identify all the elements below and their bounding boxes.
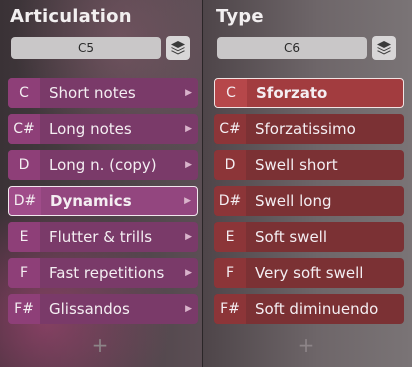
type-row[interactable]: F Very soft swell [214,258,404,288]
type-label: Swell long [255,192,332,210]
articulation-row[interactable]: C# Long notes ▶ [8,114,198,144]
articulation-row[interactable]: F Fast repetitions ▶ [8,258,198,288]
type-label: Swell short [255,156,338,174]
type-label: Soft swell [255,228,328,246]
type-label: Soft diminuendo [255,300,379,318]
articulation-label: Long n. (copy) [49,156,157,174]
articulation-row[interactable]: E Flutter & trills ▶ [8,222,198,252]
type-row[interactable]: F# Soft diminuendo [214,294,404,324]
chevron-right-icon[interactable]: ▶ [185,294,192,324]
chevron-right-icon[interactable]: ▶ [184,187,191,215]
column-divider [202,0,203,367]
note-key: D# [214,186,246,216]
add-articulation-button[interactable]: + [90,333,110,357]
type-label: Sforzatissimo [255,120,356,138]
type-stack-button[interactable] [372,36,396,60]
articulation-note-field[interactable]: C5 [11,37,161,59]
type-note-field[interactable]: C6 [217,37,367,59]
note-key: D [8,150,40,180]
articulation-label: Flutter & trills [49,228,153,246]
note-key: C [8,78,40,108]
articulation-stack-button[interactable] [166,36,190,60]
articulation-row[interactable]: F# Glissandos ▶ [8,294,198,324]
articulation-label: Glissandos [49,300,130,318]
layers-icon [171,41,185,55]
note-key: F [214,258,246,288]
note-key: C [215,79,247,107]
chevron-right-icon[interactable]: ▶ [185,78,192,108]
note-key: F# [214,294,246,324]
articulation-row-selected[interactable]: D# Dynamics ▶ [8,186,198,216]
type-row-selected[interactable]: C Sforzato [214,78,404,108]
articulation-title: Articulation [10,6,132,27]
note-key: D [214,150,246,180]
note-key: F [8,258,40,288]
articulation-label: Dynamics [50,192,132,210]
type-title: Type [216,6,264,27]
chevron-right-icon[interactable]: ▶ [185,150,192,180]
type-label: Sforzato [256,84,328,102]
articulation-list: C Short notes ▶ C# Long notes ▶ D Long n… [8,78,198,330]
chevron-right-icon[interactable]: ▶ [185,114,192,144]
note-key: E [8,222,40,252]
type-row[interactable]: D Swell short [214,150,404,180]
note-key: C# [8,114,40,144]
articulation-label: Long notes [49,120,132,138]
chevron-right-icon[interactable]: ▶ [185,222,192,252]
type-list: C Sforzato C# Sforzatissimo D Swell shor… [214,78,404,330]
note-key: D# [9,187,41,215]
type-row[interactable]: E Soft swell [214,222,404,252]
chevron-right-icon[interactable]: ▶ [185,258,192,288]
type-row[interactable]: C# Sforzatissimo [214,114,404,144]
note-key: E [214,222,246,252]
add-type-button[interactable]: + [296,333,316,357]
type-row[interactable]: D# Swell long [214,186,404,216]
articulation-label: Short notes [49,84,136,102]
articulation-row[interactable]: C Short notes ▶ [8,78,198,108]
articulation-row[interactable]: D Long n. (copy) ▶ [8,150,198,180]
layers-icon [377,41,391,55]
note-key: F# [8,294,40,324]
articulation-label: Fast repetitions [49,264,165,282]
note-key: C# [214,114,246,144]
type-label: Very soft swell [255,264,364,282]
